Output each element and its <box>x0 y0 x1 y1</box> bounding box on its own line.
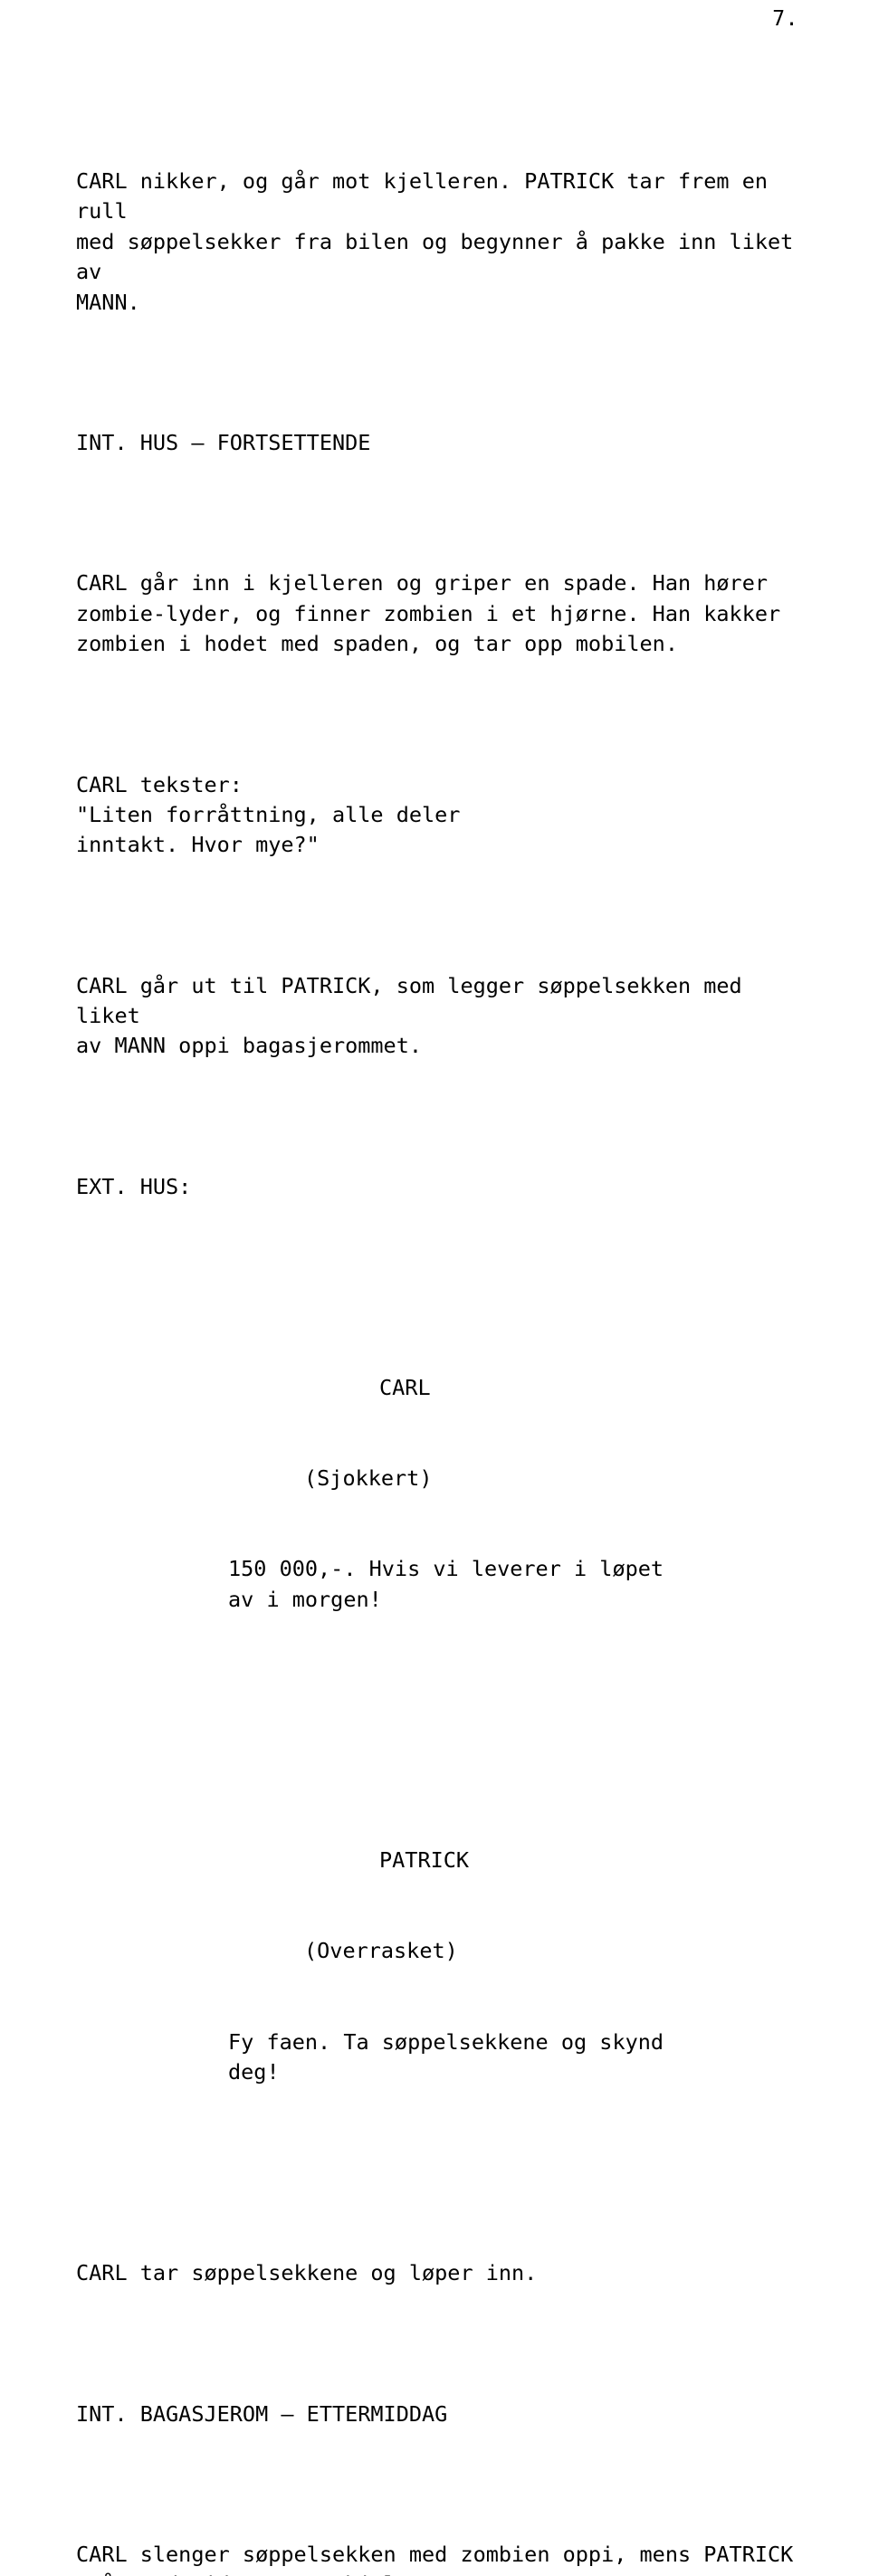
dialogue-block: CARL (Sjokkert) 150 000,-. Hvis vi lever… <box>76 1312 798 1674</box>
character-name: CARL <box>379 1375 431 1401</box>
action-block: CARL går ut til PATRICK, som legger søpp… <box>76 972 742 1059</box>
parenthetical: (Overrasket) <box>304 1938 458 1964</box>
dialogue-text: 150 000,-. Hvis vi leverer i løpet av i … <box>228 1556 664 1612</box>
action-block: CARL nikker, og går mot kjelleren. PATRI… <box>76 168 794 315</box>
scene-heading: EXT. HUS: <box>76 1173 192 1199</box>
parenthetical: (Sjokkert) <box>304 1465 433 1492</box>
character-name: PATRICK <box>379 1847 470 1874</box>
scene-heading: INT. BAGASJEROM – ETTERMIDDAG <box>76 2400 448 2427</box>
action-block: CARL tekster: "Liten forråttning, alle d… <box>76 771 461 858</box>
dialogue-block: PATRICK (Overrasket) Fy faen. Ta søppels… <box>76 1786 798 2148</box>
action-block: CARL tar søppelsekkene og løper inn. <box>76 2260 538 2286</box>
action-block: CARL går inn i kjelleren og griper en sp… <box>76 570 781 657</box>
scene-heading: INT. HUS – FORTSETTENDE <box>76 429 371 455</box>
dialogue-text: Fy faen. Ta søppelsekkene og skynd deg! <box>228 2028 664 2085</box>
action-block: CARL slenger søppelsekken med zombien op… <box>76 2541 794 2576</box>
screenplay-body: CARL nikker, og går mot kjelleren. PATRI… <box>0 0 869 2576</box>
page-number: 7. <box>772 7 798 31</box>
screenplay-page: 7. CARL nikker, og går mot kjelleren. PA… <box>0 0 869 2576</box>
